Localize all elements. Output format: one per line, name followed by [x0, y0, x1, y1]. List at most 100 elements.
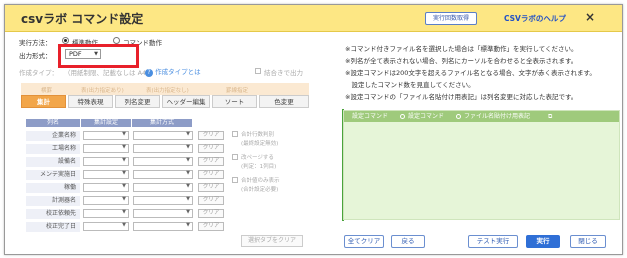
dialog-title: csvラボ コマンド設定 [21, 12, 144, 26]
tab-header-edit[interactable]: ヘッダー編集 [162, 95, 210, 108]
agg-setting-select[interactable]: ▼ [83, 157, 129, 166]
grid-header-method: 集計方式 [132, 119, 192, 127]
side-option-label: 改ページする [241, 155, 274, 161]
help-link[interactable]: CSVラボのヘルプ [504, 13, 566, 24]
tab-color[interactable]: 色変更 [259, 95, 309, 108]
type-option[interactable]: 罫線指定 [226, 86, 248, 94]
type-option[interactable]: 表(出力指定なし) [146, 86, 189, 94]
row-clear-button[interactable]: クリア [198, 144, 224, 153]
agg-setting-select[interactable]: ▼ [83, 222, 129, 231]
radio-command-view[interactable] [400, 114, 405, 119]
chevron-down-icon: ▼ [186, 183, 190, 189]
agg-method-select[interactable]: ▼ [133, 131, 193, 140]
grid-row-label: 校正完了日 [26, 222, 80, 232]
tab-rename[interactable]: 列名変更 [115, 95, 160, 108]
create-type-note: （用紙制限、記載なしは A4） [64, 69, 153, 77]
agg-method-select[interactable]: ▼ [133, 209, 193, 218]
command-panel-header: 設定コマンド 設定コマンド ファイル名貼付け用表記 ⧉ [344, 111, 619, 122]
merge-output-label: 結合きで出力 [264, 69, 303, 77]
chevron-down-icon: ▼ [122, 183, 126, 189]
side-option-label: 合計値のみ表示 [241, 178, 280, 184]
agg-method-select[interactable]: ▼ [133, 183, 193, 192]
agg-setting-select[interactable]: ▼ [83, 183, 129, 192]
command-settings-dialog: csvラボ コマンド設定 実行回数取得 CSVラボのヘルプ × 実行方法： 標準… [4, 4, 623, 255]
side-option-checkbox[interactable] [232, 131, 238, 137]
chevron-down-icon: ▼ [186, 131, 190, 137]
exec-method-label: 実行方法： [19, 39, 52, 47]
agg-method-select[interactable]: ▼ [133, 196, 193, 205]
clear-selected-tab-button[interactable]: 選択タブをクリア [241, 235, 303, 247]
side-option-sub: (判定：1列目) [241, 164, 277, 170]
chevron-down-icon: ▼ [122, 222, 126, 228]
radio-standard[interactable] [62, 37, 69, 44]
side-option-sub: (最終設定無効) [241, 141, 279, 147]
create-type-help[interactable]: ? 作成タイプとは [145, 66, 201, 77]
copy-icon[interactable]: ⧉ [548, 111, 552, 122]
grid-row-label: メンテ実施日 [26, 170, 80, 180]
agg-setting-select[interactable]: ▼ [83, 170, 129, 179]
chevron-down-icon: ▼ [122, 144, 126, 150]
clear-all-button[interactable]: 全てクリア [344, 235, 384, 248]
side-option-checkbox[interactable] [232, 177, 238, 183]
chevron-down-icon: ▼ [122, 170, 126, 176]
chevron-down-icon: ▼ [122, 157, 126, 163]
chevron-down-icon: ▼ [122, 209, 126, 215]
grid-row-label: 計測器名 [26, 196, 80, 206]
row-clear-button[interactable]: クリア [198, 209, 224, 218]
merge-output-checkbox[interactable] [255, 68, 261, 74]
chevron-down-icon: ▼ [186, 157, 190, 163]
chevron-down-icon: ▼ [122, 131, 126, 137]
side-option-sub: (合計設定必要) [241, 187, 279, 193]
type-option[interactable]: 表(出力指定あり) [81, 86, 124, 94]
create-type-options: 横罫 表(出力指定あり) 表(出力指定なし) 罫線指定 [21, 83, 309, 95]
chevron-down-icon: ▼ [186, 170, 190, 176]
grid-header-setting: 集計設定 [81, 119, 131, 127]
back-button[interactable]: 戻る [391, 235, 425, 248]
run-button[interactable]: 実行 [526, 235, 560, 248]
get-run-count-button[interactable]: 実行回数取得 [425, 12, 477, 25]
command-panel-title: 設定コマンド [352, 113, 389, 120]
grid-row-label: 工場名称 [26, 144, 80, 154]
agg-setting-select[interactable]: ▼ [83, 209, 129, 218]
note-line: ※設定コマンドの「ファイル名貼付け用表記」は列名変更に対応した表記です。 [345, 93, 578, 101]
tab-aggregate[interactable]: 集計 [21, 95, 66, 108]
agg-setting-select[interactable]: ▼ [83, 196, 129, 205]
agg-setting-select[interactable]: ▼ [83, 131, 129, 140]
agg-setting-select[interactable]: ▼ [83, 144, 129, 153]
test-run-button[interactable]: テスト実行 [468, 235, 518, 248]
chevron-down-icon: ▼ [186, 196, 190, 202]
chevron-down-icon: ▼ [186, 144, 190, 150]
type-option[interactable]: 横罫 [41, 86, 52, 94]
tab-sort[interactable]: ソート [212, 95, 257, 108]
row-clear-button[interactable]: クリア [198, 222, 224, 231]
title-bar: csvラボ コマンド設定 実行回数取得 CSVラボのヘルプ × [5, 5, 622, 32]
highlight-box [58, 44, 139, 68]
row-clear-button[interactable]: クリア [198, 196, 224, 205]
agg-method-select[interactable]: ▼ [133, 170, 193, 179]
row-clear-button[interactable]: クリア [198, 157, 224, 166]
radio-command[interactable] [113, 37, 120, 44]
note-line: 設定したコマンド数を見直してください。 [345, 81, 475, 89]
chevron-down-icon: ▼ [186, 222, 190, 228]
row-clear-button[interactable]: クリア [198, 183, 224, 192]
close-button[interactable]: 閉じる [570, 235, 606, 248]
close-icon[interactable]: × [585, 10, 595, 24]
radio-command-view-label: 設定コマンド [408, 113, 445, 120]
create-type-help-text: 作成タイプとは [155, 68, 201, 76]
radio-filename-view[interactable] [456, 114, 461, 119]
create-type-label: 作成タイプ： [19, 69, 58, 77]
note-line: ※列名が全て表示されない場合、列名にカーソルを合わせると全表示されます。 [345, 57, 578, 65]
row-clear-button[interactable]: クリア [198, 170, 224, 179]
grid-row-label: 設備名 [26, 157, 80, 167]
agg-method-select[interactable]: ▼ [133, 157, 193, 166]
side-option-label: 合計行数判別 [241, 132, 275, 138]
command-panel: 設定コマンド 設定コマンド ファイル名貼付け用表記 ⧉ [343, 110, 620, 220]
radio-filename-view-label: ファイル名貼付け用表記 [464, 113, 531, 120]
note-line: ※設定コマンドは200文字を超えるファイル名となる場合、文字が赤く表示されます。 [345, 69, 596, 77]
agg-method-select[interactable]: ▼ [133, 222, 193, 231]
tab-special[interactable]: 特殊表現 [68, 95, 113, 108]
agg-method-select[interactable]: ▼ [133, 144, 193, 153]
side-option-checkbox[interactable] [232, 154, 238, 160]
row-clear-button[interactable]: クリア [198, 131, 224, 140]
grid-row-label: 校正依頼先 [26, 209, 80, 219]
